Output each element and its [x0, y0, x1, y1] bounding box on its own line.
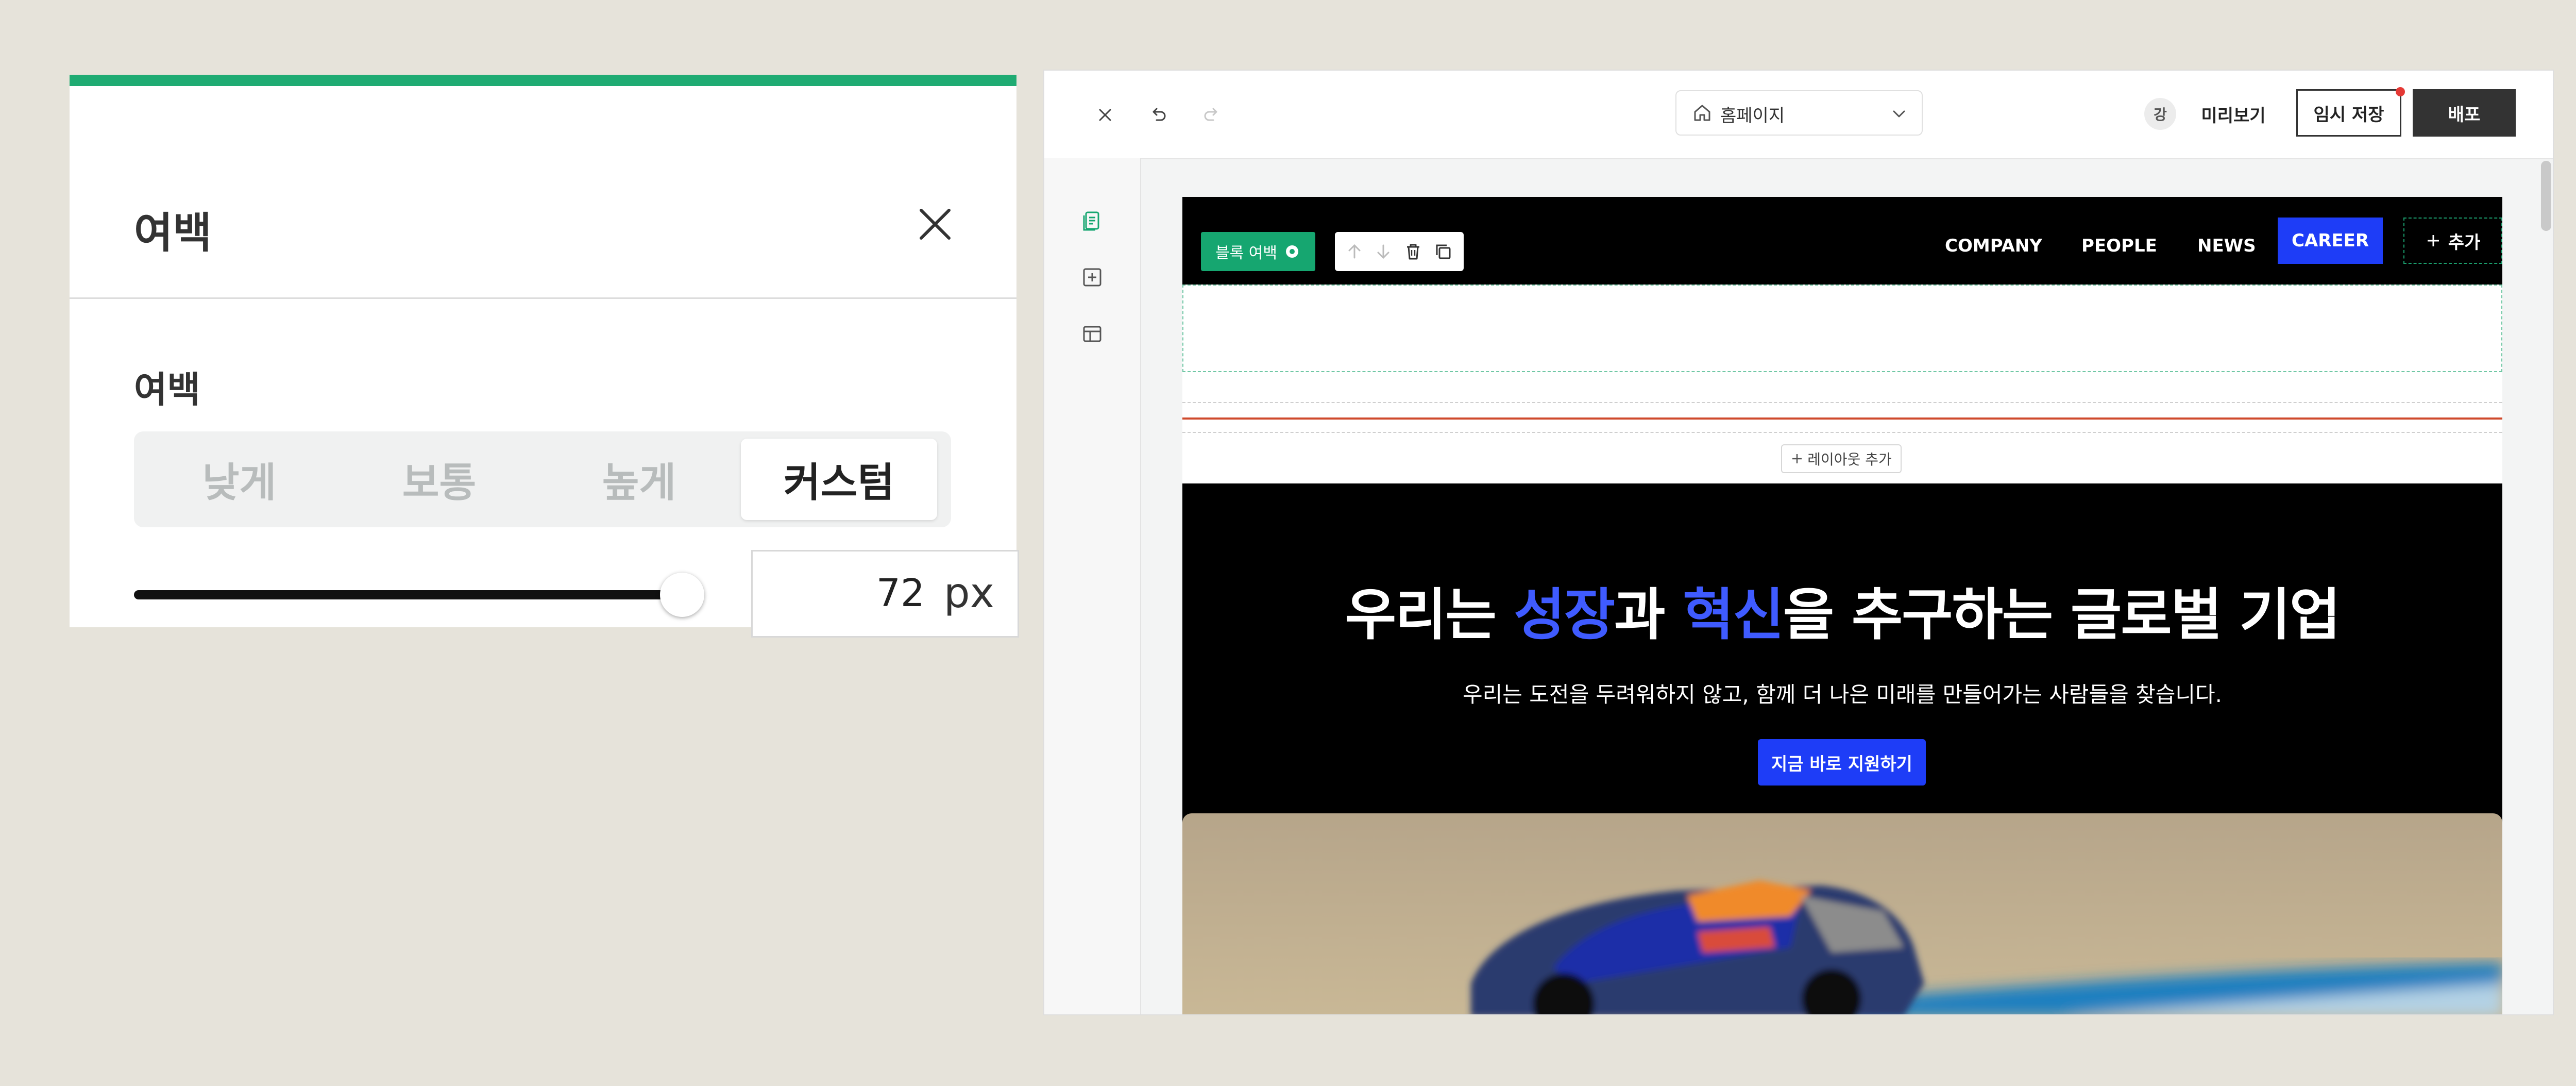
user-avatar[interactable]: 강 [2144, 98, 2176, 130]
gear-icon [1285, 245, 1298, 258]
add-block-button[interactable] [1076, 261, 1108, 293]
divider-guide [1182, 432, 2502, 433]
editor-sidebar [1044, 158, 1141, 1014]
vertical-scrollbar[interactable] [2541, 161, 2551, 231]
spacing-slider-thumb[interactable] [660, 573, 704, 617]
page-selector[interactable]: 홈페이지 [1675, 90, 1923, 136]
chevron-down-icon [1893, 110, 1905, 118]
spacing-slider-track[interactable] [134, 590, 682, 599]
option-low[interactable]: 낮게 [141, 439, 337, 520]
spacing-settings-panel: 여백 여백 낮게 보통 높게 커스텀 72 px [70, 75, 1019, 638]
home-icon [1694, 105, 1710, 121]
spacing-value-input[interactable]: 72 px [751, 550, 1019, 638]
drop-indicator-line [1182, 417, 2502, 420]
add-nav-item-button[interactable]: 추가 [2403, 218, 2502, 264]
layout-icon [1083, 326, 1101, 342]
plus-icon [1792, 454, 1802, 463]
add-layout-button[interactable]: 레이아웃 추가 [1781, 444, 1902, 473]
panel-title: 여백 [134, 209, 212, 258]
redo-icon [1204, 108, 1217, 121]
divider-guide [1182, 402, 2502, 403]
hero-race-car-image [1182, 813, 2502, 1014]
option-normal[interactable]: 보통 [341, 439, 537, 520]
option-custom[interactable]: 커스텀 [741, 439, 937, 520]
duplicate-icon[interactable] [1433, 241, 1453, 262]
add-layout-label: 레이아웃 추가 [1807, 451, 1892, 468]
close-icon [920, 209, 951, 240]
plus-icon [2427, 235, 2439, 246]
page-canvas: 블록 여백 COMPANY PEOPLE NEWS CAREER 추가 레이아웃… [1182, 197, 2502, 1014]
spacing-unit: px [943, 569, 994, 617]
preview-button[interactable]: 미리보기 [2192, 91, 2275, 137]
apply-now-button[interactable]: 지금 바로 지원하기 [1758, 739, 1926, 786]
career-button[interactable]: CAREER [2278, 218, 2383, 264]
move-up-icon[interactable] [1344, 241, 1365, 262]
site-header: 블록 여백 COMPANY PEOPLE NEWS CAREER 추가 [1182, 197, 2502, 285]
close-button[interactable] [898, 187, 972, 261]
section-label: 여백 [134, 369, 200, 411]
spacing-value: 72 [876, 571, 925, 615]
editor-toolbar: 홈페이지 강 미리보기 임시 저장 배포 [1044, 71, 2553, 159]
exit-button[interactable] [1087, 96, 1124, 133]
panel-accent-bar [70, 75, 1016, 86]
block-spacing-badge[interactable]: 블록 여백 [1201, 232, 1315, 271]
hero-title: 우리는 성장과 혁신을 추구하는 글로벌 기업 [1345, 583, 2341, 647]
save-draft-button[interactable]: 임시 저장 [2296, 89, 2401, 137]
block-toolbar [1335, 232, 1464, 271]
move-down-icon[interactable] [1373, 241, 1394, 262]
undo-icon [1153, 108, 1166, 121]
pages-icon [1083, 211, 1099, 231]
block-badge-label: 블록 여백 [1215, 244, 1277, 262]
pages-button[interactable] [1076, 205, 1108, 237]
nav-link-news[interactable]: NEWS [2197, 228, 2256, 264]
add-square-icon [1083, 268, 1101, 287]
unsaved-indicator [2396, 87, 2405, 96]
close-icon [1099, 109, 1111, 121]
page-editor: 홈페이지 강 미리보기 임시 저장 배포 블록 여백 COMPANY PEOPL… [1043, 70, 2554, 1015]
panel-divider [70, 297, 1016, 299]
layout-button[interactable] [1076, 318, 1108, 350]
add-nav-label: 추가 [2448, 232, 2481, 253]
hero-subtitle: 우리는 도전을 두려워하지 않고, 함께 더 나은 미래를 만들어가는 사람들을… [1463, 682, 2222, 707]
spacing-preset-selector: 낮게 보통 높게 커스텀 [134, 431, 951, 527]
undo-button[interactable] [1140, 96, 1177, 133]
spacing-block-selected[interactable] [1182, 285, 2502, 372]
nav-link-people[interactable]: PEOPLE [2081, 228, 2157, 264]
trash-icon[interactable] [1403, 241, 1423, 262]
page-selector-label: 홈페이지 [1720, 106, 1785, 126]
deploy-button[interactable]: 배포 [2413, 89, 2516, 137]
hero-section: 우리는 성장과 혁신을 추구하는 글로벌 기업 우리는 도전을 두려워하지 않고… [1182, 483, 2502, 1014]
option-high[interactable]: 높게 [541, 439, 737, 520]
nav-link-company[interactable]: COMPANY [1945, 228, 2042, 264]
redo-button[interactable] [1193, 96, 1230, 133]
